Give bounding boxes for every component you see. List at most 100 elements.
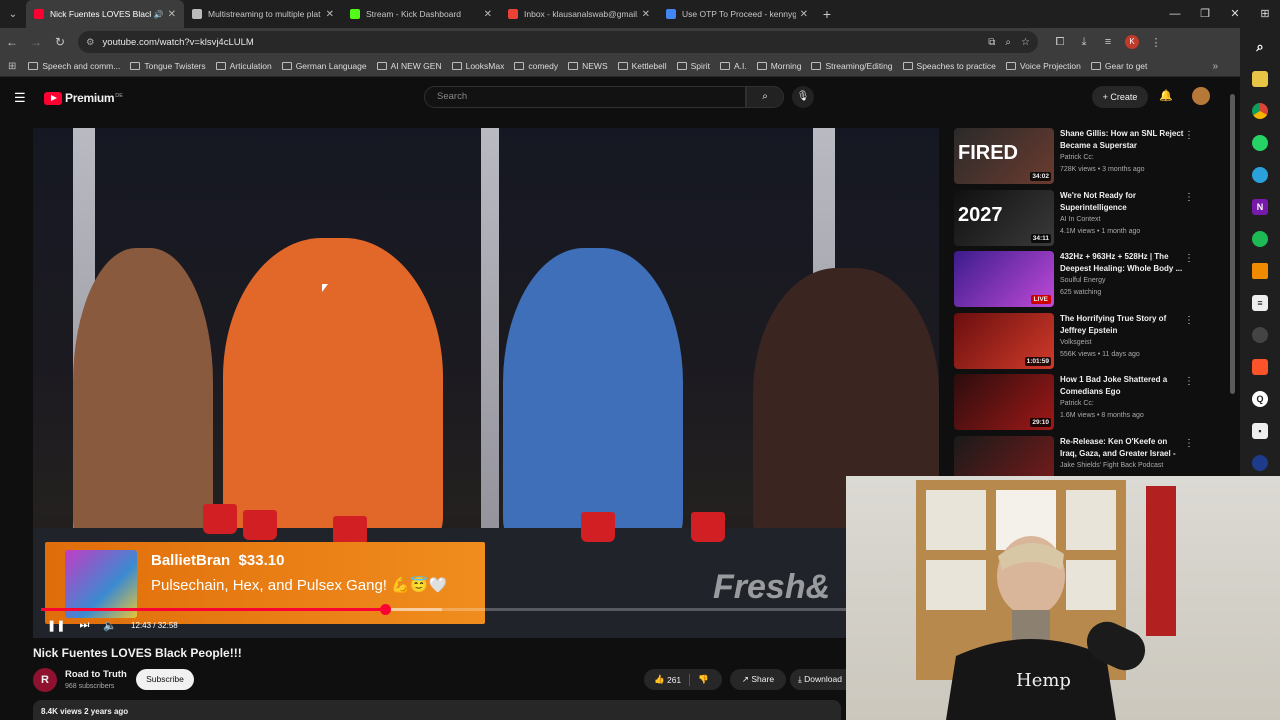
bookmark-folder[interactable]: German Language: [281, 61, 367, 71]
more-options-icon[interactable]: ⋮: [1184, 438, 1194, 449]
vlc-icon[interactable]: [1252, 263, 1268, 279]
recommended-title[interactable]: The Horrifying True Story of Jeffrey Eps…: [1060, 313, 1184, 337]
bookmark-folder[interactable]: Articulation: [215, 61, 272, 71]
media-controls-icon[interactable]: ≡: [1096, 36, 1120, 48]
browser-tab[interactable]: Stream - Kick Dashboard ✕: [342, 0, 500, 28]
brave-icon[interactable]: [1252, 359, 1268, 375]
tab-close-icon[interactable]: ✕: [800, 9, 808, 20]
bookmark-folder[interactable]: Speaches to practice: [902, 61, 996, 71]
voice-search-button[interactable]: 🎙: [792, 86, 814, 108]
extensions-icon[interactable]: ⧠: [1048, 36, 1072, 49]
restore-icon[interactable]: ❐: [1190, 0, 1220, 28]
tab-search-chevron-icon[interactable]: ⌄: [0, 0, 26, 28]
dislike-icon[interactable]: 👎: [698, 674, 709, 685]
search-button[interactable]: ⌕: [746, 86, 784, 108]
bookmark-folder[interactable]: Voice Projection: [1005, 61, 1081, 71]
search-icon[interactable]: ⌕: [1252, 39, 1268, 55]
close-window-icon[interactable]: ✕: [1220, 0, 1250, 28]
video-player[interactable]: BallietBran $33.10 Pulsechain, Hex, and …: [33, 128, 939, 638]
recommended-title[interactable]: We're Not Ready for Superintelligence: [1060, 190, 1184, 214]
video-thumbnail[interactable]: LIVE: [954, 251, 1054, 307]
q-app-icon[interactable]: Q: [1252, 391, 1268, 407]
bookmark-folder[interactable]: NEWS: [568, 61, 608, 71]
video-thumbnail[interactable]: 1:01:59: [954, 313, 1054, 369]
settings-app-icon[interactable]: [1252, 327, 1268, 343]
account-avatar[interactable]: [1192, 87, 1210, 105]
progress-bar[interactable]: [41, 604, 931, 615]
video-thumbnail[interactable]: 29:10: [954, 374, 1054, 430]
tab-close-icon[interactable]: ✕: [326, 9, 334, 20]
whatsapp-icon[interactable]: [1252, 135, 1268, 151]
more-bookmarks-icon[interactable]: »: [1212, 61, 1218, 72]
browser-tab[interactable]: Multistreaming to multiple plat ✕: [184, 0, 342, 28]
recommended-title[interactable]: Shane Gillis: How an SNL Reject Became a…: [1060, 128, 1184, 152]
channel-avatar[interactable]: R: [33, 668, 57, 692]
onenote-icon[interactable]: N: [1252, 199, 1268, 215]
recommended-video[interactable]: FIRED 34:02 Shane Gillis: How an SNL Rejec…: [954, 128, 1194, 184]
more-options-icon[interactable]: ⋮: [1184, 192, 1194, 203]
chrome-logo-icon[interactable]: [1252, 103, 1268, 119]
windows-logo-icon[interactable]: ⊞: [1250, 0, 1280, 28]
recommended-title[interactable]: How 1 Bad Joke Shattered a Comedians Ego: [1060, 374, 1184, 398]
more-options-icon[interactable]: ⋮: [1184, 315, 1194, 326]
search-input[interactable]: Search: [424, 86, 746, 108]
channel-name[interactable]: Road to Truth: [65, 669, 127, 680]
recommended-channel[interactable]: Patrick Cc:: [1060, 154, 1094, 161]
recommended-channel[interactable]: AI In Context: [1060, 216, 1100, 223]
zoom-icon[interactable]: ⌕: [1005, 37, 1011, 48]
apps-grid-icon[interactable]: ⊞: [8, 61, 16, 72]
new-tab-button[interactable]: +: [816, 6, 838, 22]
install-app-icon[interactable]: ⧉: [988, 37, 995, 48]
tab-close-icon[interactable]: ✕: [168, 9, 176, 20]
page-scrollbar[interactable]: [1230, 94, 1235, 394]
video-thumbnail[interactable]: 2027 34:11: [954, 190, 1054, 246]
reload-icon[interactable]: ↻: [48, 35, 72, 49]
bookmark-folder[interactable]: Spirit: [676, 61, 710, 71]
tab-close-icon[interactable]: ✕: [484, 9, 492, 20]
browser-tab[interactable]: Use OTP To Proceed - kennygre ✕: [658, 0, 816, 28]
more-options-icon[interactable]: ⋮: [1184, 130, 1194, 141]
recommended-channel[interactable]: Jake Shields' Fight Back Podcast: [1060, 462, 1163, 469]
youtube-logo[interactable]: Premium DE: [44, 91, 123, 105]
forward-icon[interactable]: →: [24, 35, 48, 49]
bookmark-folder[interactable]: Morning: [756, 61, 801, 71]
recommended-video[interactable]: 29:10 How 1 Bad Joke Shattered a Comedian…: [954, 374, 1194, 430]
recommended-channel[interactable]: Patrick Cc:: [1060, 400, 1094, 407]
address-bar[interactable]: ⚙ youtube.com/watch?v=klsvj4cLULM ⧉ ⌕ ☆: [78, 31, 1038, 53]
subscribe-button[interactable]: Subscribe: [136, 669, 194, 690]
globe-app-icon[interactable]: [1252, 455, 1268, 471]
site-info-icon[interactable]: ⚙: [86, 37, 95, 48]
recommended-channel[interactable]: Volksgeist: [1060, 339, 1092, 346]
chrome-app-icon[interactable]: [1252, 71, 1268, 87]
recommended-title[interactable]: 432Hz + 963Hz + 528Hz | The Deepest Heal…: [1060, 251, 1184, 275]
bookmark-folder[interactable]: comedy: [514, 61, 558, 71]
bookmark-folder[interactable]: Tongue Twisters: [130, 61, 206, 71]
back-icon[interactable]: ←: [0, 35, 24, 49]
tab-audio-icon[interactable]: 🔊: [154, 10, 164, 19]
app-square-icon[interactable]: ≡: [1252, 295, 1268, 311]
minimize-icon[interactable]: —: [1160, 0, 1190, 28]
volume-icon[interactable]: 🔈: [103, 619, 117, 632]
like-icon[interactable]: 👍: [654, 674, 665, 685]
bookmark-folder[interactable]: Speech and comm...: [28, 61, 120, 71]
recommended-video[interactable]: 2027 34:11 We're Not Ready for Superintell…: [954, 190, 1194, 246]
tab-close-icon[interactable]: ✕: [642, 9, 650, 20]
recommended-channel[interactable]: Soulful Energy: [1060, 277, 1106, 284]
next-icon[interactable]: ⏭: [79, 619, 89, 632]
app-block-icon[interactable]: ▪: [1252, 423, 1268, 439]
notifications-bell-icon[interactable]: 🔔: [1159, 89, 1173, 102]
recommended-video[interactable]: LIVE 432Hz + 963Hz + 528Hz | The Deepest …: [954, 251, 1194, 307]
profile-avatar[interactable]: K: [1125, 35, 1139, 49]
share-button[interactable]: ↗ Share: [730, 669, 786, 690]
pause-icon[interactable]: ❚❚: [47, 619, 65, 632]
more-options-icon[interactable]: ⋮: [1184, 253, 1194, 264]
bookmark-folder[interactable]: Gear to get: [1090, 61, 1147, 71]
bookmark-folder[interactable]: A.I.: [719, 61, 747, 71]
bookmark-folder[interactable]: AI NEW GEN: [376, 61, 442, 71]
bookmark-folder[interactable]: LooksMax: [451, 61, 504, 71]
video-thumbnail[interactable]: FIRED 34:02: [954, 128, 1054, 184]
telegram-icon[interactable]: [1252, 167, 1268, 183]
bookmark-star-icon[interactable]: ☆: [1021, 37, 1030, 48]
spotify-icon[interactable]: [1252, 231, 1268, 247]
downloads-icon[interactable]: ⤓: [1072, 36, 1096, 49]
